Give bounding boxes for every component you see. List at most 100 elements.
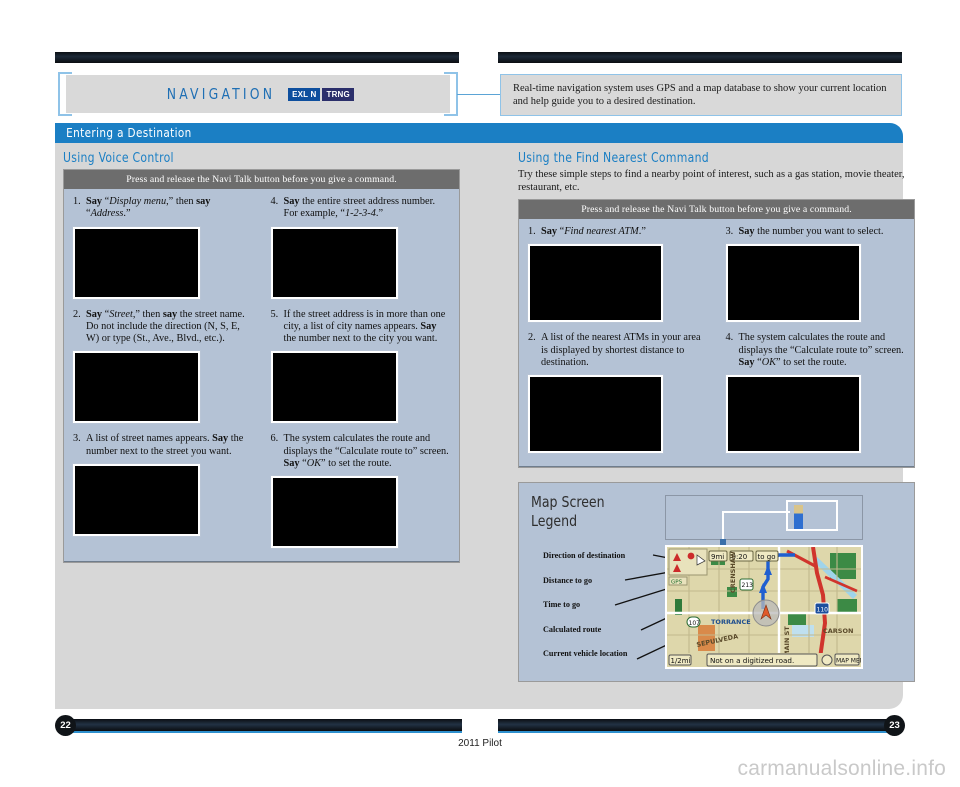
svg-text:MAIN ST: MAIN ST — [783, 626, 791, 657]
step-text: Say “Street,” then say the street name. … — [86, 308, 245, 345]
top-rule-right — [498, 52, 902, 63]
screenshot-thumb — [73, 464, 200, 537]
intro-callout: Real-time navigation system uses GPS and… — [500, 74, 902, 116]
list-item: 1. Say “Find nearest ATM.” — [528, 226, 708, 323]
find-steps-col2: 3. Say the number you want to select. 4. T… — [717, 219, 915, 467]
svg-text:MAP MENU: MAP MENU — [836, 658, 861, 665]
step-text: Say “Display menu,” then say “Address.” — [86, 196, 211, 220]
bottom-accent-left — [58, 731, 462, 733]
list-item: 6. The system calculates the route and di… — [270, 433, 451, 549]
list-item: 2. Say “Street,” then say the street name… — [73, 309, 253, 424]
legend-label-vehicle: Current vehicle location — [543, 649, 628, 659]
step-number: 2. — [528, 332, 536, 344]
vehicle-marker-icon — [794, 505, 803, 530]
section-title: Entering a Destination — [66, 125, 192, 140]
svg-text:9mi: 9mi — [711, 553, 724, 561]
legend-label-direction: Direction of destination — [543, 551, 626, 561]
navigation-map-screenshot: GPS 9mi 0:20 to go 213 107 110 TORRANCE … — [665, 545, 863, 670]
page-number-left: 22 — [55, 715, 76, 736]
step-number: 1. — [73, 196, 81, 207]
bracket-left — [58, 72, 72, 116]
legend-detail-callout — [665, 495, 863, 541]
list-item: 2. A list of the nearest ATMs in your are… — [528, 332, 708, 454]
step-number: 5. — [270, 308, 279, 320]
voice-instruction-bar: Press and release the Navi Talk button b… — [64, 170, 459, 189]
list-item: 3. A list of street names appears. Say th… — [73, 433, 253, 537]
chapter-title-box: NAVIGATION EXL N TRNG — [58, 72, 458, 116]
column-voice-control: Using Voice Control Press and release th… — [63, 151, 460, 564]
step-text: A list of street names appears. Say the … — [86, 433, 244, 457]
legend-label-route: Calculated route — [543, 624, 602, 634]
voice-steps-col2: 4. Say the entire street address number. … — [262, 189, 460, 562]
voice-control-panel: Press and release the Navi Talk button b… — [63, 169, 460, 564]
vehicle-icon-zoom-box — [786, 500, 838, 532]
map-graphic: GPS 9mi 0:20 to go 213 107 110 TORRANCE … — [667, 547, 861, 668]
screenshot-thumb — [725, 375, 861, 454]
svg-text:110: 110 — [817, 607, 829, 614]
page-number-right: 23 — [884, 715, 905, 736]
step-text: If the street address is in more than on… — [283, 308, 446, 345]
list-item: 5. If the street address is in more than … — [270, 308, 451, 424]
step-text: The system calculates the route and disp… — [738, 332, 904, 368]
step-number: 6. — [270, 433, 279, 445]
callout-leader-horizontal — [722, 511, 790, 514]
site-watermark: carmanualsonline.info — [737, 757, 946, 780]
find-steps-col1: 1. Say “Find nearest ATM.” 2. A list of th… — [519, 219, 717, 467]
svg-text:107: 107 — [689, 620, 701, 627]
find-instruction-bar: Press and release the Navi Talk button b… — [519, 200, 914, 219]
badge-trng: TRNG — [322, 87, 354, 101]
step-number: 3. — [73, 433, 81, 445]
step-number: 4. — [725, 332, 734, 344]
legend-label-distance: Distance to go — [543, 575, 593, 585]
list-item: 3. Say the number you want to select. — [725, 226, 906, 323]
svg-text:to go: to go — [758, 553, 776, 561]
svg-text:Not on a digitized road.: Not on a digitized road. — [710, 656, 794, 665]
step-text: Say the number you want to select. — [738, 226, 884, 237]
bracket-right — [444, 72, 458, 116]
screenshot-thumb — [73, 351, 200, 424]
chapter-title-inner: NAVIGATION EXL N TRNG — [66, 75, 450, 113]
screenshot-thumb — [528, 375, 663, 454]
list-item: 1. Say “Display menu,” then say “Address.… — [73, 196, 253, 299]
step-number: 2. — [73, 308, 81, 320]
screenshot-thumb — [725, 244, 861, 323]
content-band: Entering a Destination Using Voice Contr… — [55, 123, 915, 709]
step-number: 3. — [725, 226, 734, 237]
bottom-rule-left — [58, 719, 462, 731]
map-legend-panel: Map Screen Legend Direction of destinati… — [518, 482, 915, 683]
bottom-accent-right — [498, 731, 902, 733]
section-header: Entering a Destination — [55, 123, 903, 143]
page-title: NAVIGATION — [166, 85, 276, 103]
bottom-rule-right — [498, 719, 902, 731]
find-nearest-panel: Press and release the Navi Talk button b… — [518, 199, 915, 469]
svg-text:GPS: GPS — [671, 580, 683, 586]
find-nearest-lead: Try these simple steps to find a nearby … — [518, 169, 905, 193]
top-rule-left — [55, 52, 459, 63]
list-item: 4. Say the entire street address number. … — [270, 196, 451, 299]
step-number: 4. — [270, 196, 279, 207]
step-text: Say “Find nearest ATM.” — [541, 226, 646, 237]
legend-label-time: Time to go — [543, 600, 581, 610]
manual-page: NAVIGATION EXL N TRNG Real-time navigati… — [0, 0, 960, 787]
svg-text:1/2mi: 1/2mi — [671, 657, 691, 665]
step-text: Say the entire street address number. Fo… — [283, 196, 436, 220]
trim-badges: EXL N TRNG — [288, 87, 354, 101]
title-connector-line — [457, 94, 501, 95]
screenshot-thumb — [270, 476, 398, 549]
svg-text:CRENSHAW: CRENSHAW — [729, 552, 737, 594]
subhead-voice-control: Using Voice Control — [63, 151, 174, 166]
step-text: The system calculates the route and disp… — [283, 433, 449, 470]
screenshot-thumb — [73, 226, 200, 299]
list-item: 4. The system calculates the route and di… — [725, 332, 906, 454]
step-text: A list of the nearest ATMs in your area … — [541, 332, 701, 368]
svg-text:213: 213 — [742, 582, 754, 589]
screenshot-thumb — [270, 226, 398, 299]
subhead-find-nearest: Using the Find Nearest Command — [518, 151, 709, 166]
badge-exl-n: EXL N — [288, 87, 321, 101]
voice-steps-col1: 1. Say “Display menu,” then say “Address.… — [64, 189, 262, 562]
column-find-nearest: Using the Find Nearest Command Try these… — [518, 151, 915, 683]
svg-text:CARSON: CARSON — [823, 627, 853, 635]
screenshot-thumb — [528, 244, 663, 323]
legend-label-list: Direction of destination Distance to go … — [543, 551, 673, 674]
svg-text:TORRANCE: TORRANCE — [711, 618, 751, 626]
